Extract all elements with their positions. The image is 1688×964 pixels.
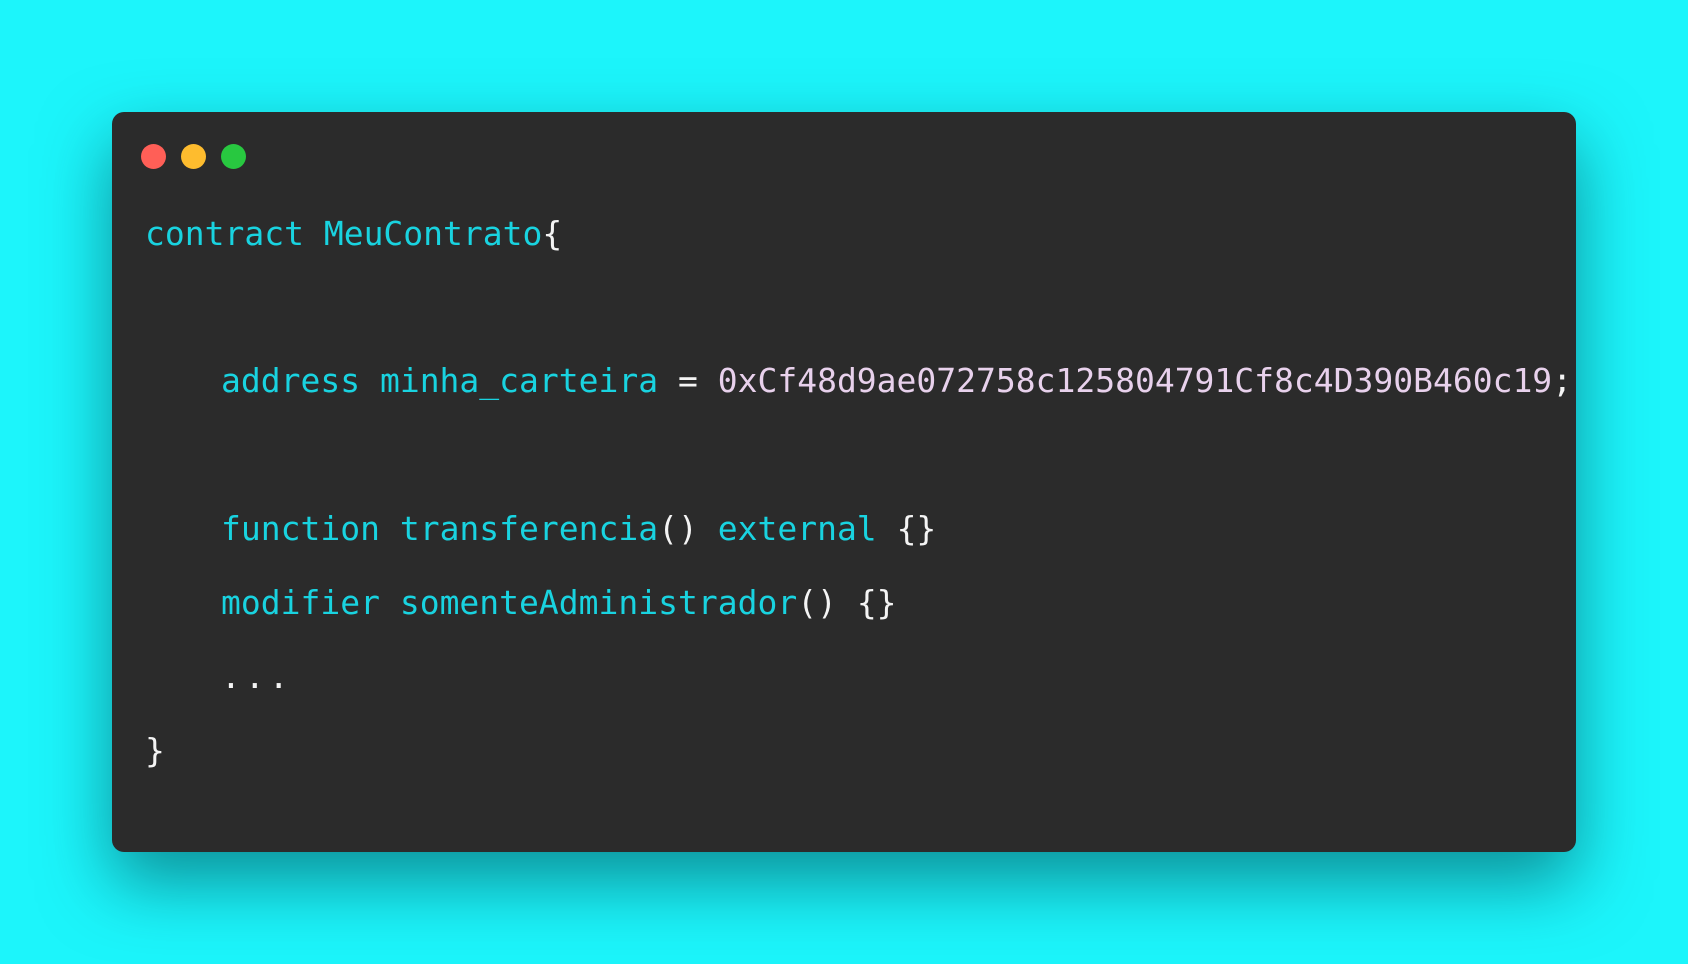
code-line-contract: contract MeuContrato{ — [145, 212, 562, 256]
keyword-modifier: modifier — [221, 583, 380, 622]
code-line-ellipsis: ... — [221, 655, 293, 699]
brace-close: } — [145, 731, 165, 770]
visibility-external: external — [717, 509, 877, 548]
code-window: contract MeuContrato{ address minha_cart… — [112, 112, 1576, 852]
assign-operator: = — [677, 361, 698, 400]
modifier-body: {} — [856, 583, 897, 622]
semicolon: ; — [1552, 361, 1573, 400]
address-literal: 0xCf48d9ae072758c125804791Cf8c4D390B460c… — [717, 361, 1553, 400]
code-block: contract MeuContrato{ address minha_cart… — [145, 112, 1572, 852]
contract-name: MeuContrato — [323, 214, 543, 253]
type-address: address — [221, 361, 361, 400]
variable-name: minha_carteira — [379, 361, 659, 400]
keyword-function: function — [221, 509, 380, 548]
function-parens: () — [658, 509, 698, 548]
ellipsis: ... — [221, 657, 293, 696]
function-body: {} — [896, 509, 937, 548]
code-line-address: address minha_carteira = 0xCf48d9ae07275… — [221, 359, 1572, 403]
function-name: transferencia — [399, 509, 659, 548]
brace-open: { — [542, 214, 563, 253]
code-line-function: function transferencia() external {} — [221, 507, 936, 551]
modifier-name: somenteAdministrador — [399, 583, 798, 622]
keyword-contract: contract — [145, 214, 304, 253]
code-line-close: } — [145, 729, 165, 773]
code-line-modifier: modifier somenteAdministrador() {} — [221, 581, 897, 625]
modifier-parens: () — [797, 583, 837, 622]
